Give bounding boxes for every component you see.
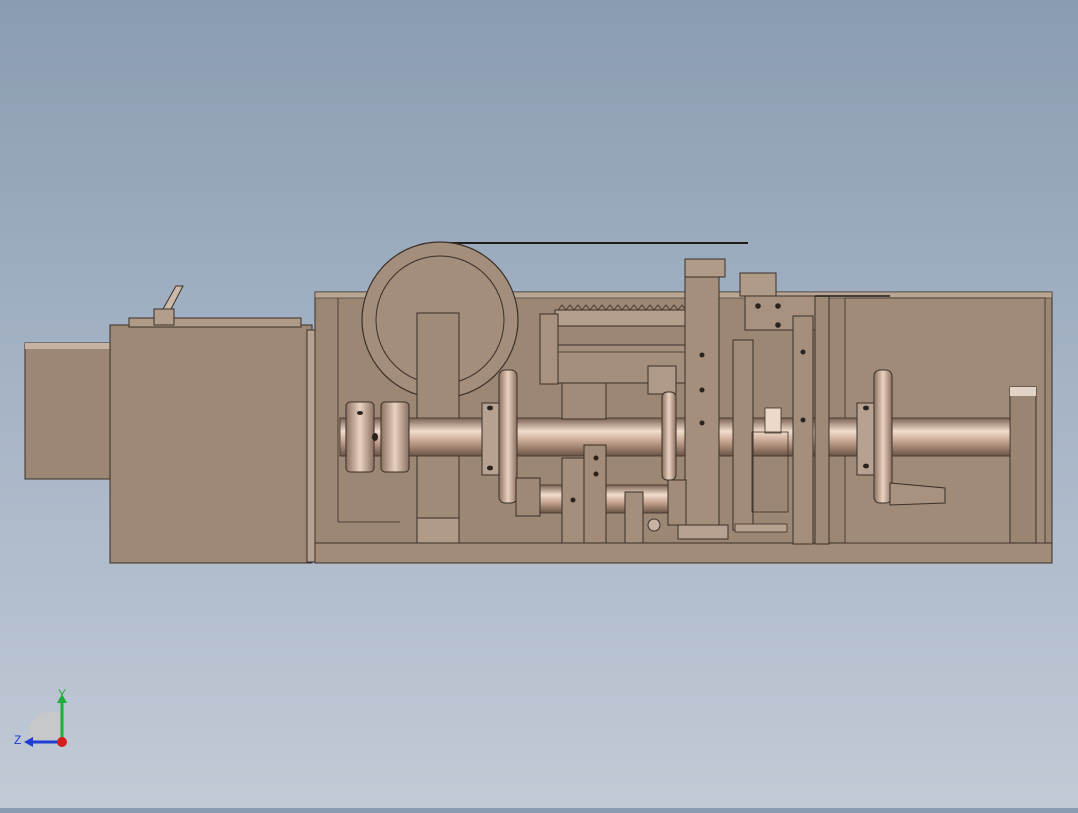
triad-plane: [28, 711, 60, 742]
motor-housing: [24, 285, 316, 564]
model-viewport[interactable]: Y Z: [0, 0, 1078, 808]
z-axis-label: Z: [14, 733, 21, 747]
orientation-triad[interactable]: Y Z: [10, 686, 80, 756]
machine-assembly-drawing[interactable]: [0, 0, 1078, 808]
gear-rack-assembly: [539, 304, 689, 395]
y-axis-label: Y: [58, 687, 66, 701]
x-axis-icon: [57, 737, 67, 747]
